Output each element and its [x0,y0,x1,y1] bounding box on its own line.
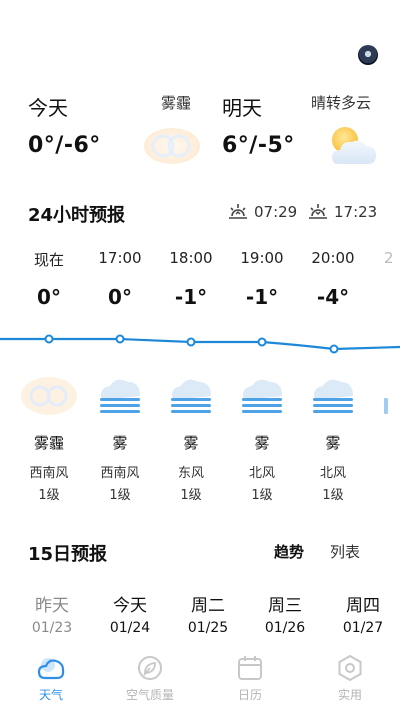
day-name: 周四 [346,596,380,616]
day-name: 昨天 [35,596,69,616]
hour-condition: 雾霾 [33,434,64,452]
hour-temp: -4° [316,285,350,309]
hour-temp: 0° [37,285,61,309]
hour-wind-level: 1级 [109,488,131,503]
hour-wind-level: 1级 [322,488,344,503]
hour-condition: 雾 [254,434,270,452]
day-date: 01/27 [342,620,384,636]
trend-point [257,337,267,347]
hexagon-icon [338,654,362,682]
sun-cloud-icon [332,127,376,164]
daily-title: 15日预报 [28,544,108,565]
haze-icon [144,128,200,164]
hour-wind-level: 1级 [180,488,202,503]
sunrise-time: 07:29 [254,203,298,221]
nav-air-quality[interactable]: 空气质量 [110,654,190,703]
day-date: 01/24 [109,620,151,636]
today-label: 今天 [28,96,68,120]
hour-wind: 西南风 [100,466,140,481]
day-date: 01/26 [264,620,306,636]
cloud-icon [37,658,65,680]
hour-wind: 东风 [177,466,204,481]
sunset-icon [309,204,327,219]
sunrise: 07:29 [228,202,297,222]
hour-time: 现在 [33,251,64,269]
tomorrow-label: 明天 [222,96,262,120]
tomorrow-temp: 6°/-5° [222,133,295,158]
fog-icon [100,379,140,413]
hour-wind-level: 1级 [38,488,60,503]
trend-point [44,334,54,344]
hour-wind: 西南风 [29,466,69,481]
hour-condition: 雾 [183,434,199,452]
sunset-time: 17:23 [334,203,378,221]
fog-icon-partial [384,398,388,414]
hour-wind: 北风 [319,466,346,481]
nav-weather[interactable]: 天气 [11,654,91,703]
today-condition: 雾霾 [161,94,192,112]
tab-list[interactable]: 列表 [330,541,360,562]
hour-temp: -1° [174,285,208,309]
leaf-icon [138,656,162,680]
day-name: 周三 [268,596,302,616]
hour-temp: -1° [245,285,279,309]
day-name: 今天 [113,596,147,616]
fog-icon [242,379,282,413]
hour-condition: 雾 [112,434,128,452]
hour-condition: 雾 [325,434,341,452]
nav-label: 天气 [38,688,63,702]
hour-time: 20:00 [311,249,355,267]
sunset: 17:23 [308,202,377,222]
nav-tools[interactable]: 实用 [310,654,390,703]
bottom-nav: 天气 空气质量 日历 实用 [0,648,400,712]
hourly-title: 24小时预报 [28,205,126,226]
nav-calendar[interactable]: 日历 [210,654,290,703]
trend-point [186,337,196,347]
nav-label: 日历 [237,688,262,702]
hour-time: 18:00 [169,249,213,267]
sunrise-icon [229,204,247,219]
calendar-icon [238,656,262,680]
today-temp: 0°/-6° [28,133,101,158]
haze-icon [21,377,77,415]
trend-point [115,334,125,344]
fog-icon [313,379,353,413]
avatar[interactable] [358,45,378,65]
hour-wind-level: 1级 [251,488,273,503]
day-name: 周二 [191,596,225,616]
hourly-temp-trend [0,334,400,354]
hour-time: 17:00 [98,249,142,267]
tab-trend[interactable]: 趋势 [274,541,304,562]
tomorrow-condition: 晴转多云 [311,94,372,112]
hour-time: 19:00 [240,249,284,267]
day-date: 01/23 [31,620,73,636]
hour-wind: 北风 [248,466,275,481]
hour-temp: 0° [108,285,132,309]
day-date: 01/25 [187,620,229,636]
nav-label: 空气质量 [125,688,174,702]
fog-icon [171,379,211,413]
nav-label: 实用 [337,688,362,702]
hour-time-partial: 2 [384,249,394,267]
trend-point [329,344,339,354]
